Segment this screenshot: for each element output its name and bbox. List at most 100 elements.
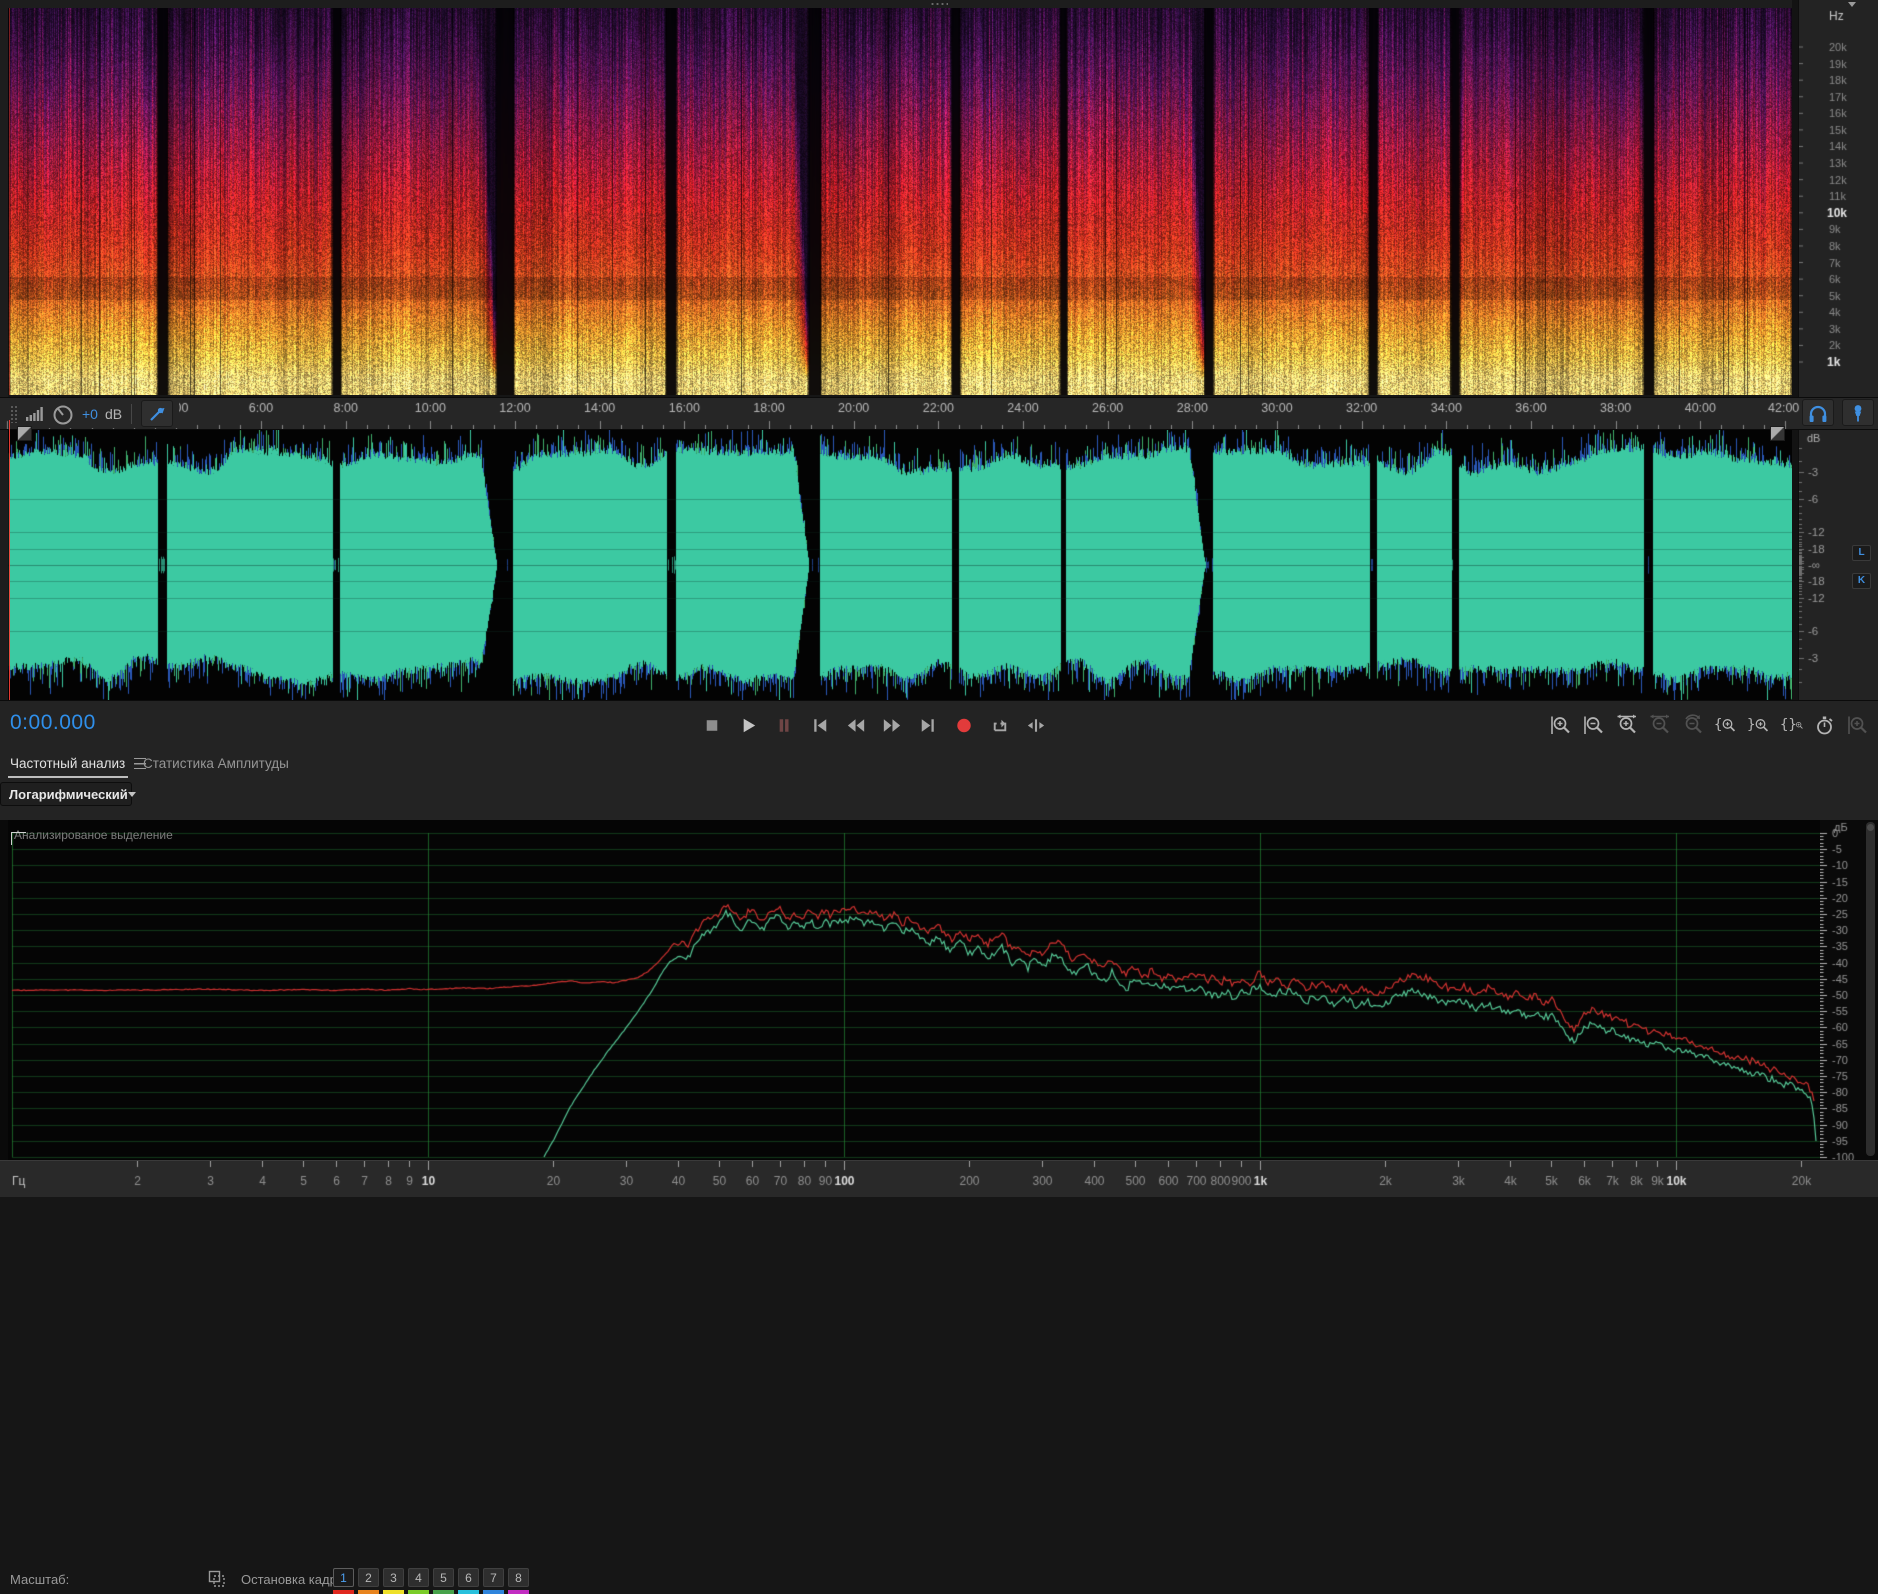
channel-badge-left[interactable]: L	[1852, 545, 1871, 561]
scrollbar-knob[interactable]	[1867, 824, 1874, 831]
timeline-ruler-row[interactable]	[0, 397, 1878, 430]
selection-handle-right[interactable]	[1770, 426, 1785, 441]
pushpin-icon	[1854, 404, 1862, 421]
scale-select-value: Логарифмический	[9, 786, 128, 802]
hold-button-4[interactable]: 4	[408, 1568, 429, 1594]
hold-button-7[interactable]: 7	[483, 1568, 504, 1594]
playhead-time-display[interactable]: 0:00.000	[10, 711, 96, 735]
pause-button[interactable]	[772, 712, 796, 738]
selection-handle-left[interactable]	[17, 426, 32, 441]
panel-grip-handle[interactable]	[930, 2, 948, 6]
hold-color-bar	[383, 1590, 404, 1594]
hold-button-label: 3	[383, 1568, 404, 1587]
gain-unit: dB	[104, 405, 123, 422]
amplitude-scale-ruler[interactable]	[1798, 430, 1878, 700]
toolbar-grip-icon[interactable]	[10, 404, 17, 423]
skip-to-end-button[interactable]	[916, 712, 940, 738]
zoom-to-selection-icon	[1795, 721, 1803, 729]
hold-button-label: 1	[333, 1568, 354, 1587]
hold-button-label: 8	[508, 1568, 529, 1587]
zoom-to-out-point-button[interactable]: }	[1747, 712, 1771, 738]
hold-button-3[interactable]: 3	[383, 1568, 404, 1594]
stop-button[interactable]	[700, 712, 724, 738]
scale-select[interactable]: Логарифмический	[0, 782, 136, 806]
zoom-out-time-button[interactable]	[1648, 712, 1672, 738]
play-button[interactable]	[736, 712, 760, 738]
hold-button-6[interactable]: 6	[458, 1568, 479, 1594]
waveform-display[interactable]	[8, 430, 1792, 700]
pin-icon	[150, 407, 165, 421]
zoom-in-amplitude-icon	[1551, 716, 1570, 734]
frequency-scale-ruler[interactable]	[1798, 0, 1878, 397]
spot-playback-button[interactable]	[1024, 712, 1048, 738]
active-tab-underline	[8, 776, 128, 778]
waveform-toolbar: +0 dB	[8, 399, 180, 428]
hold-color-bar	[333, 1590, 354, 1594]
skip-to-start-button[interactable]	[808, 712, 832, 738]
fast-forward-icon	[883, 718, 901, 732]
hold-button-label: 5	[433, 1568, 454, 1587]
hold-button-8[interactable]: 8	[508, 1568, 529, 1594]
zoom-reset-button[interactable]	[1681, 712, 1705, 738]
hold-color-bar	[433, 1590, 454, 1594]
hold-color-bar	[408, 1590, 429, 1594]
chart-scrollbar[interactable]	[1866, 822, 1875, 1156]
panel-left-strip	[0, 8, 8, 700]
frequency-chart-plot[interactable]	[8, 820, 1820, 1160]
gain-value[interactable]: +0	[82, 406, 98, 422]
hold-button-2[interactable]: 2	[358, 1568, 379, 1594]
headphones-icon	[1809, 405, 1827, 422]
monitor-input-button[interactable]	[1802, 399, 1834, 426]
playhead-spectrogram[interactable]	[9, 8, 10, 395]
hold-button-label: 6	[458, 1568, 479, 1587]
zoom-to-in-point-icon	[1723, 718, 1736, 732]
zoom-to-selection-button[interactable]: {}	[1780, 712, 1804, 738]
tab-amplitude-statistics-label: Статистика Амплитуды	[143, 756, 289, 771]
rewind-button[interactable]	[844, 712, 868, 738]
skip-to-start-icon	[814, 718, 827, 732]
tab-amplitude-statistics[interactable]: Статистика Амплитуды	[143, 756, 289, 771]
toolbar-divider	[131, 403, 133, 424]
scale-label: Масштаб:	[10, 1572, 70, 1587]
zoom-to-in-point-button[interactable]: {	[1714, 712, 1738, 738]
channel-badge-right[interactable]: K	[1852, 573, 1871, 589]
chart-y-axis	[1820, 820, 1870, 1160]
zoom-toolbar: {} {}	[1549, 712, 1870, 738]
spot-playback-icon	[1027, 718, 1045, 732]
hold-color-bar	[458, 1590, 479, 1594]
tab-frequency-analysis-label: Частотный анализ	[10, 756, 126, 771]
timeline-ruler[interactable]	[0, 398, 1878, 429]
selection-corner-marker	[11, 832, 26, 845]
zoom-in-time-button[interactable]	[1615, 712, 1639, 738]
hold-button-1[interactable]: 1	[333, 1568, 354, 1594]
zoom-to-out-point-icon	[1756, 718, 1769, 732]
transport-controls	[700, 712, 1048, 738]
loop-playback-button[interactable]	[988, 712, 1012, 738]
playhead-waveform[interactable]	[9, 420, 10, 700]
hold-color-bar	[483, 1590, 504, 1594]
zoom-full-amplitude-button[interactable]	[1846, 712, 1870, 738]
zoom-in-amplitude-button[interactable]	[1549, 712, 1573, 738]
gain-knob-icon[interactable]	[51, 402, 75, 426]
fast-forward-button[interactable]	[880, 712, 904, 738]
hold-button-5[interactable]: 5	[433, 1568, 454, 1594]
hold-button-label: 4	[408, 1568, 429, 1587]
hold-label: Остановка кадра:	[241, 1572, 348, 1587]
chart-x-axis	[0, 1161, 1878, 1197]
spectrogram-display[interactable]	[8, 8, 1792, 395]
zoom-out-amplitude-button[interactable]	[1582, 712, 1606, 738]
collapse-arrow-icon[interactable]	[1848, 2, 1856, 7]
chart-x-axis-row	[0, 1160, 1878, 1197]
metronome-pin-button[interactable]	[1842, 399, 1874, 426]
rewind-icon	[847, 718, 865, 732]
tab-frequency-analysis[interactable]: Частотный анализ	[10, 756, 147, 771]
timed-record-button[interactable]	[1813, 712, 1837, 738]
skip-to-end-icon	[921, 718, 934, 732]
copy-frame-icon[interactable]	[207, 1569, 227, 1589]
play-icon	[743, 718, 756, 732]
pause-icon	[779, 718, 789, 732]
hold-button-label: 2	[358, 1568, 379, 1587]
pin-playhead-button[interactable]	[141, 400, 174, 427]
record-button[interactable]	[952, 712, 976, 738]
level-meter-icon[interactable]	[24, 404, 44, 424]
